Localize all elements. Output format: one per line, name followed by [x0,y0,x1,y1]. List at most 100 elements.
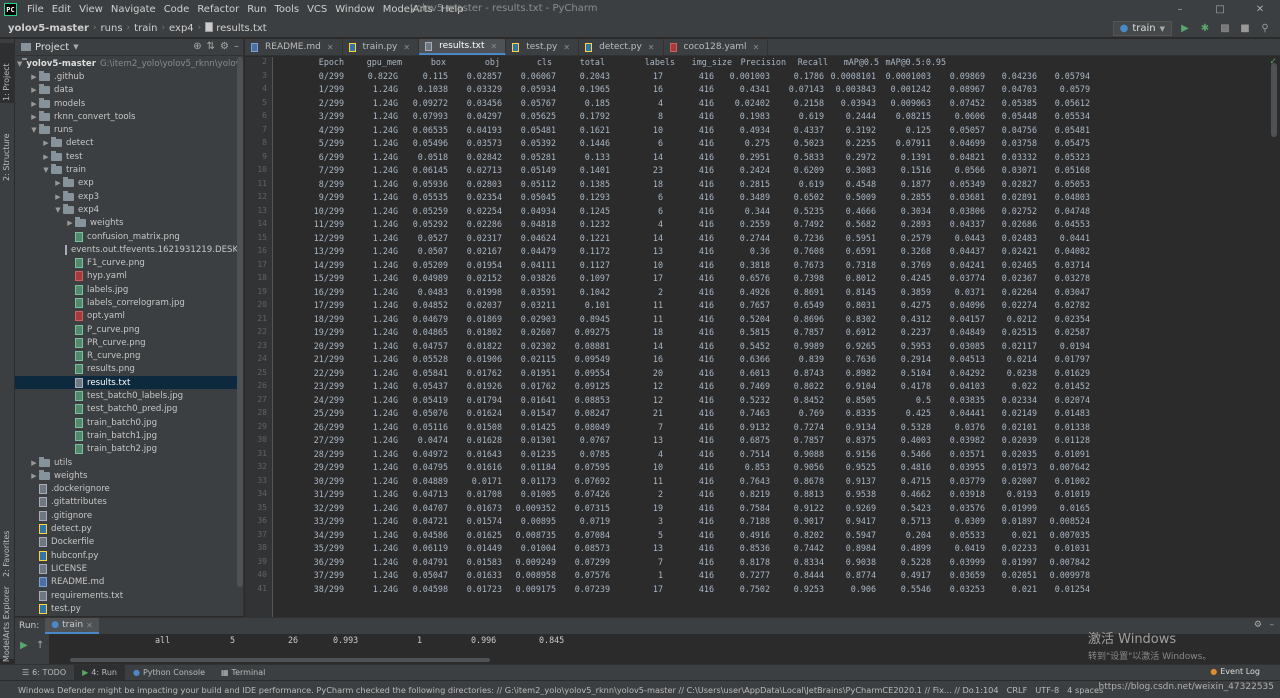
run-tool-button[interactable]: ▶ 4: Run [74,664,125,681]
chevron-down-icon[interactable]: ▼ [17,60,22,68]
tree-item[interactable]: train_batch0.jpg [15,416,243,429]
hide-icon[interactable]: – [1270,620,1275,630]
code-line[interactable]: 27/299 1.24G 0.0474 0.01628 0.01301 0.0767 13 4… [274,435,1268,449]
code-line[interactable]: 36/299 1.24G 0.04791 0.01583 0.009249 0.07299… [274,557,1268,571]
run-icon[interactable]: ▶ [1178,22,1192,36]
run-config-select[interactable]: ● train ▼ [1112,21,1172,36]
code-line[interactable]: 17/299 1.24G 0.04852 0.02037 0.03211 0.101 11 4… [274,300,1268,314]
tree-item[interactable]: test_batch0_labels.jpg [15,389,243,402]
tree-item[interactable]: README.md [15,576,243,589]
code-line[interactable]: 10/299 1.24G 0.05259 0.02254 0.04934 0.1245 6 4… [274,206,1268,220]
chevron-right-icon[interactable]: ▶ [53,179,63,187]
close-icon[interactable]: ✕ [491,42,498,51]
code-line[interactable]: 24/299 1.24G 0.05419 0.01794 0.01641 0.08853 1… [274,395,1268,409]
project-scrollbar[interactable] [237,57,243,587]
minimize-icon[interactable]: – [1160,0,1200,19]
file-encoding[interactable]: UTF-8 [1035,685,1059,695]
code-line[interactable]: 22/299 1.24G 0.05841 0.01762 0.01951 0.09554 2… [274,368,1268,382]
code-line[interactable]: 29/299 1.24G 0.04795 0.01616 0.01184 0.07595 1… [274,462,1268,476]
editor-scrollbar[interactable]: ✓ [1268,57,1280,617]
event-log-button[interactable]: ● Event Log [1210,667,1260,676]
editor-tab[interactable]: train.py ✕ [343,39,420,55]
close-icon[interactable]: ✕ [1240,0,1280,19]
project-tool-tab[interactable]: 1: Project [0,43,15,103]
python-console-button[interactable]: ● Python Console [125,665,213,681]
menu-edit[interactable]: Edit [48,4,75,15]
tree-item[interactable]: opt.yaml [15,310,243,323]
code-line[interactable]: 12/299 1.24G 0.0527 0.02317 0.04624 0.1221 14 4… [274,233,1268,247]
code-line[interactable]: 32/299 1.24G 0.04707 0.01673 0.009352 0.07315… [274,503,1268,517]
code-line[interactable]: 5/299 1.24G 0.05496 0.03573 0.05392 0.1446 6 41… [274,138,1268,152]
tree-item[interactable]: ▶ .github [15,70,243,83]
gear-icon[interactable]: ⚙ [220,41,229,52]
code-line[interactable]: 3/299 1.24G 0.07993 0.04297 0.05625 0.1792 8 41… [274,111,1268,125]
code-line[interactable]: 30/299 1.24G 0.04889 0.0171 0.01173 0.07692 11… [274,476,1268,490]
tree-item[interactable]: train_batch1.jpg [15,429,243,442]
tree-item[interactable]: ▶ test [15,150,243,163]
tree-item[interactable]: test_batch0_pred.jpg [15,403,243,416]
status-message[interactable]: Windows Defender might be impacting your… [0,685,975,695]
search-everywhere-icon[interactable]: ⚲ [1258,22,1272,36]
tree-item[interactable]: ▶ models [15,97,243,110]
tree-item[interactable]: hyp.yaml [15,270,243,283]
menu-file[interactable]: File [23,4,48,15]
menu-window[interactable]: Window [331,4,378,15]
chevron-down-icon[interactable]: ▼ [29,126,39,134]
code-line[interactable]: 15/299 1.24G 0.04989 0.02152 0.03826 0.1097 17… [274,273,1268,287]
tree-item[interactable]: ▶ exp3 [15,190,243,203]
code-line[interactable]: 34/299 1.24G 0.04586 0.01625 0.008735 0.07084… [274,530,1268,544]
chevron-right-icon[interactable]: ▶ [41,139,51,147]
code-line[interactable]: 4/299 1.24G 0.06535 0.04193 0.05481 0.1621 10 4… [274,125,1268,139]
code-line[interactable]: 8/299 1.24G 0.05936 0.02803 0.05112 0.1385 18 4… [274,179,1268,193]
debug-icon[interactable]: ✱ [1198,22,1212,36]
up-arrow-icon[interactable]: ↑ [36,640,44,651]
coverage-icon[interactable]: ▩ [1218,22,1232,36]
code-line[interactable]: 23/299 1.24G 0.05437 0.01926 0.01762 0.09125 1… [274,381,1268,395]
tree-item[interactable]: requirements.txt [15,589,243,602]
chevron-right-icon[interactable]: ▶ [29,472,39,480]
code-line[interactable]: 26/299 1.24G 0.05116 0.01508 0.01425 0.08049 7… [274,422,1268,436]
menu-navigate[interactable]: Navigate [107,4,160,15]
project-panel-title[interactable]: Project [35,42,69,53]
code-line[interactable]: 31/299 1.24G 0.04713 0.01708 0.01005 0.07426 2… [274,489,1268,503]
collapse-all-icon[interactable]: ⇅ [207,41,215,52]
editor-tab[interactable]: README.md ✕ [245,39,343,55]
chevron-down-icon[interactable]: ▼ [73,43,78,51]
close-icon[interactable]: ✕ [648,43,655,52]
tree-item[interactable]: results.txt [15,376,243,390]
code-line[interactable]: 13/299 1.24G 0.0507 0.02167 0.04479 0.1172 13 4… [274,246,1268,260]
close-icon[interactable]: ✕ [86,621,93,630]
code-line[interactable]: 18/299 1.24G 0.04679 0.01869 0.02903 0.8945 11… [274,314,1268,328]
console-scrollbar[interactable] [70,658,490,662]
editor-scroll-thumb[interactable] [1271,63,1277,137]
terminal-button[interactable]: ▦ Terminal [213,665,273,681]
close-icon[interactable]: ✕ [753,43,760,52]
tree-item[interactable]: train_batch2.jpg [15,443,243,456]
tree-item[interactable]: .gitattributes [15,496,243,509]
code-line[interactable]: 11/299 1.24G 0.05292 0.02286 0.04818 0.1232 4 4… [274,219,1268,233]
menu-tools[interactable]: Tools [270,4,303,15]
tree-item[interactable]: ▶ weights [15,469,243,482]
editor-tab[interactable]: detect.py ✕ [579,39,664,55]
tree-item[interactable]: F1_curve.png [15,256,243,269]
code-line[interactable]: 2/299 1.24G 0.09272 0.03456 0.05767 0.185 4 416… [274,98,1268,112]
tree-item[interactable]: ▶ weights [15,217,243,230]
chevron-right-icon[interactable]: ▶ [53,193,63,201]
menu-refactor[interactable]: Refactor [193,4,243,15]
tree-item[interactable]: ▼ runs [15,123,243,136]
menu-view[interactable]: View [75,4,107,15]
editor-tab[interactable]: results.txt ✕ [419,39,507,55]
tree-item[interactable]: LICENSE [15,562,243,575]
code-line[interactable]: 20/299 1.24G 0.04757 0.01822 0.02302 0.08881 1… [274,341,1268,355]
breadcrumb-item[interactable]: runs [101,23,123,34]
chevron-right-icon[interactable]: ▶ [29,113,39,121]
code-line[interactable]: 25/299 1.24G 0.05076 0.01624 0.01547 0.08247 2… [274,408,1268,422]
tree-item[interactable]: detect.py [15,522,243,535]
chevron-right-icon[interactable]: ▶ [29,73,39,81]
code-line[interactable]: 0/299 0.822G 0.115 0.02857 0.06067 0.2043 17 41… [274,71,1268,85]
gear-icon[interactable]: ⚙ [1254,620,1262,630]
editor-content[interactable]: Epoch gpu_mem box obj cls total labels img_size… [274,57,1268,617]
breadcrumb-item[interactable]: exp4 [169,23,194,34]
structure-tool-tab[interactable]: 2: Structure [0,103,15,183]
breadcrumb-item[interactable]: yolov5-master [8,23,89,34]
